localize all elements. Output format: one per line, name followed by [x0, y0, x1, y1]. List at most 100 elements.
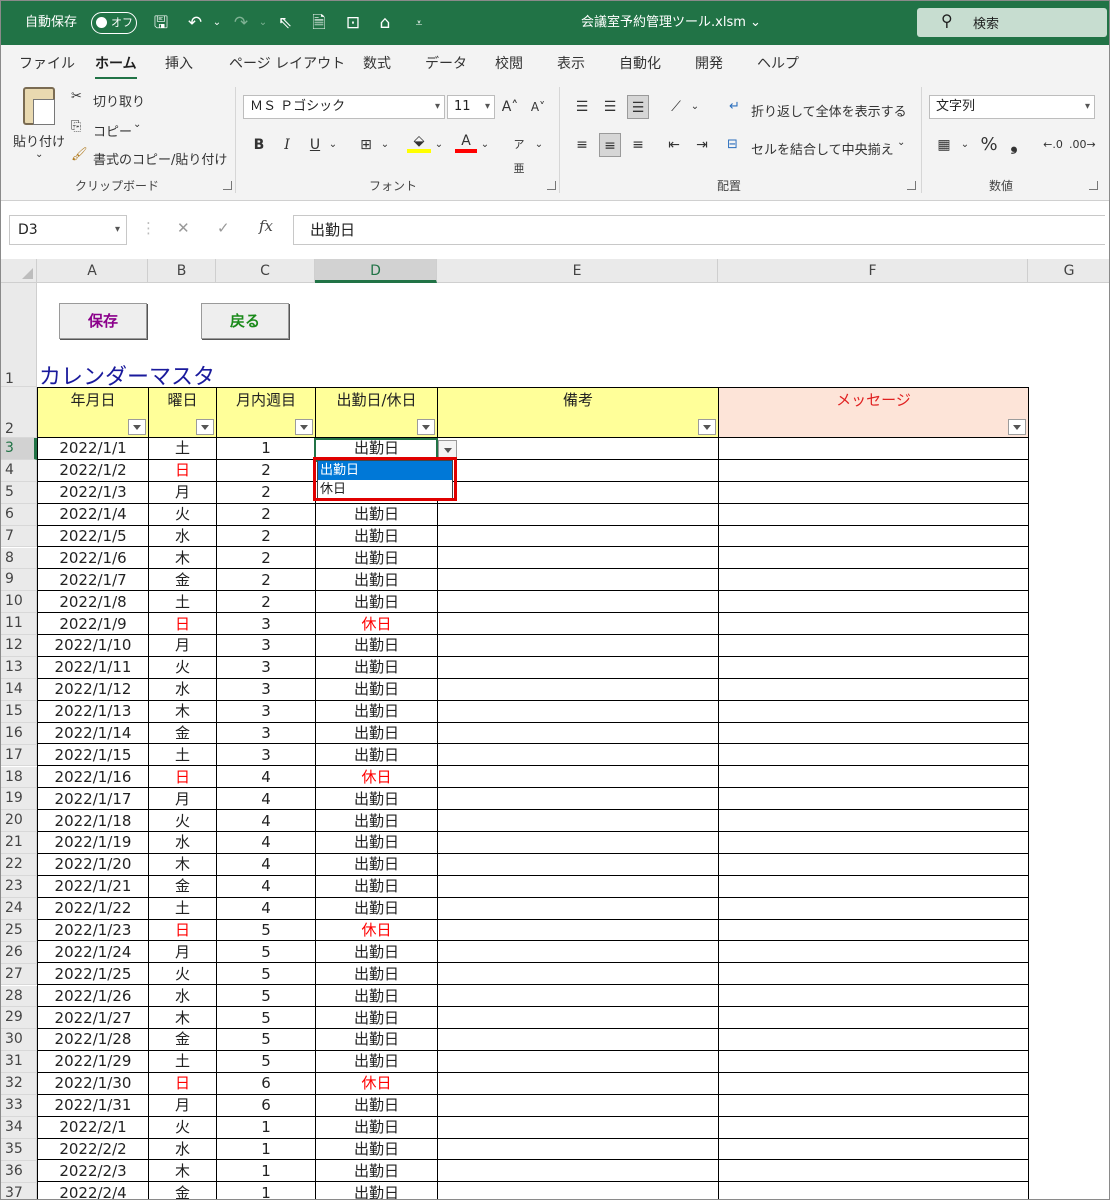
week-of-month-cell[interactable]: 2	[216, 480, 316, 504]
work-holiday-cell[interactable]: 休日	[315, 612, 438, 636]
message-cell[interactable]	[718, 677, 1029, 701]
week-of-month-cell[interactable]: 4	[216, 896, 316, 920]
work-holiday-cell[interactable]: 出勤日	[315, 1159, 438, 1183]
notes-cell[interactable]	[437, 874, 719, 898]
week-of-month-cell[interactable]: 2	[216, 546, 316, 570]
message-cell[interactable]	[718, 874, 1029, 898]
day-of-week-cell[interactable]: 水	[148, 831, 217, 854]
font-color-dropdown-icon[interactable]: ⌄	[479, 133, 491, 157]
day-of-week-cell[interactable]: 火	[148, 1115, 217, 1139]
week-of-month-cell[interactable]: 3	[216, 721, 316, 745]
redo-icon[interactable]: ↷	[229, 11, 253, 35]
day-of-week-cell[interactable]: 金	[148, 874, 217, 898]
date-cell[interactable]: 2022/1/8	[37, 590, 149, 614]
message-cell[interactable]	[718, 831, 1029, 854]
message-cell[interactable]	[718, 458, 1029, 482]
date-cell[interactable]: 2022/1/27	[37, 1006, 149, 1030]
week-of-month-cell[interactable]: 1	[216, 1137, 316, 1161]
date-cell[interactable]: 2022/1/12	[37, 677, 149, 701]
message-cell[interactable]	[718, 437, 1029, 460]
column-header-g[interactable]: G	[1028, 259, 1109, 283]
work-holiday-cell[interactable]: 出勤日	[315, 546, 438, 570]
date-cell[interactable]: 2022/1/6	[37, 546, 149, 570]
increase-decimal-icon[interactable]: ←.0	[1041, 133, 1065, 157]
align-middle-icon[interactable]: ☰	[599, 95, 621, 119]
notes-cell[interactable]	[437, 787, 719, 811]
date-cell[interactable]: 2022/1/17	[37, 787, 149, 811]
date-cell[interactable]: 2022/1/14	[37, 721, 149, 745]
work-holiday-cell[interactable]: 休日	[315, 1071, 438, 1095]
work-holiday-cell[interactable]: 出勤日	[315, 984, 438, 1008]
paste-icon[interactable]	[23, 87, 55, 125]
row-header[interactable]: 18	[1, 766, 37, 789]
work-holiday-cell[interactable]: 出勤日	[315, 1093, 438, 1117]
work-holiday-cell[interactable]: 出勤日	[315, 831, 438, 854]
row-header[interactable]: 30	[1, 1029, 37, 1052]
date-cell[interactable]: 2022/1/1	[37, 437, 149, 460]
message-cell[interactable]	[718, 984, 1029, 1008]
underline-dropdown-icon[interactable]: ⌄	[327, 133, 339, 157]
undo-icon[interactable]: ↶	[183, 11, 207, 35]
merge-center-icon[interactable]: ⊟	[727, 137, 738, 152]
date-cell[interactable]: 2022/1/5	[37, 524, 149, 548]
grow-font-icon[interactable]: A˄	[499, 95, 521, 119]
copy-dropdown-icon[interactable]: ⌄	[133, 119, 141, 130]
week-of-month-cell[interactable]: 5	[216, 984, 316, 1008]
row-header[interactable]: 22	[1, 854, 37, 876]
notes-cell[interactable]	[437, 634, 719, 657]
message-cell[interactable]	[718, 655, 1029, 679]
week-of-month-cell[interactable]: 4	[216, 874, 316, 898]
font-size-combo[interactable]: 11 ▾	[447, 95, 495, 119]
search-box[interactable]: ⚲ 検索	[917, 8, 1107, 37]
row-header[interactable]: 19	[1, 788, 37, 811]
fill-color-dropdown-icon[interactable]: ⌄	[433, 133, 445, 157]
date-cell[interactable]: 2022/1/30	[37, 1071, 149, 1095]
date-cell[interactable]: 2022/2/4	[37, 1181, 149, 1199]
comma-style-button[interactable]: ❟	[1005, 133, 1023, 157]
undo-dropdown-icon[interactable]: ⌄	[205, 11, 229, 35]
date-cell[interactable]: 2022/2/3	[37, 1159, 149, 1183]
message-cell[interactable]	[718, 546, 1029, 570]
notes-cell[interactable]	[437, 458, 719, 482]
week-of-month-cell[interactable]: 4	[216, 787, 316, 811]
week-of-month-cell[interactable]: 5	[216, 1028, 316, 1051]
underline-button[interactable]: U	[305, 133, 325, 157]
message-cell[interactable]	[718, 962, 1029, 986]
row-header[interactable]: 31	[1, 1051, 37, 1074]
day-of-week-cell[interactable]: 木	[148, 852, 217, 876]
date-cell[interactable]: 2022/1/7	[37, 568, 149, 592]
notes-cell[interactable]	[437, 590, 719, 614]
name-box[interactable]: D3 ▾	[9, 215, 127, 245]
notes-cell[interactable]	[437, 809, 719, 833]
notes-cell[interactable]	[437, 984, 719, 1008]
validation-dropdown-button[interactable]	[438, 440, 457, 460]
day-of-week-cell[interactable]: 月	[148, 787, 217, 811]
work-holiday-cell[interactable]: 出勤日	[315, 677, 438, 701]
enter-icon[interactable]: ✓	[217, 219, 230, 237]
number-format-combo[interactable]: 文字列 ▾	[929, 95, 1095, 119]
message-cell[interactable]	[718, 699, 1029, 723]
row-header[interactable]: 4	[1, 459, 37, 482]
work-holiday-cell[interactable]: 出勤日	[315, 1028, 438, 1051]
day-of-week-cell[interactable]: 月	[148, 1093, 217, 1117]
message-cell[interactable]	[718, 524, 1029, 548]
row-header[interactable]: 5	[1, 481, 37, 504]
select-all-corner[interactable]	[1, 259, 37, 283]
week-of-month-cell[interactable]: 4	[216, 831, 316, 854]
week-of-month-cell[interactable]: 4	[216, 852, 316, 876]
week-of-month-cell[interactable]: 2	[216, 458, 316, 482]
notes-cell[interactable]	[437, 677, 719, 701]
notes-cell[interactable]	[437, 852, 719, 876]
percent-style-button[interactable]: %	[977, 133, 1001, 157]
format-painter-icon[interactable]: 🖌	[71, 147, 88, 162]
bold-button[interactable]: B	[249, 133, 269, 157]
message-cell[interactable]	[718, 1049, 1029, 1073]
date-cell[interactable]: 2022/1/15	[37, 743, 149, 767]
row-header[interactable]: 15	[1, 700, 37, 723]
wrap-text-button[interactable]: 折り返して全体を表示する	[751, 101, 907, 120]
date-cell[interactable]: 2022/1/16	[37, 765, 149, 789]
accounting-format-icon[interactable]: ▦	[931, 133, 957, 157]
work-holiday-cell[interactable]: 出勤日	[315, 699, 438, 723]
paste-dropdown-icon[interactable]: ⌄	[35, 149, 43, 160]
row-header[interactable]: 33	[1, 1095, 37, 1117]
